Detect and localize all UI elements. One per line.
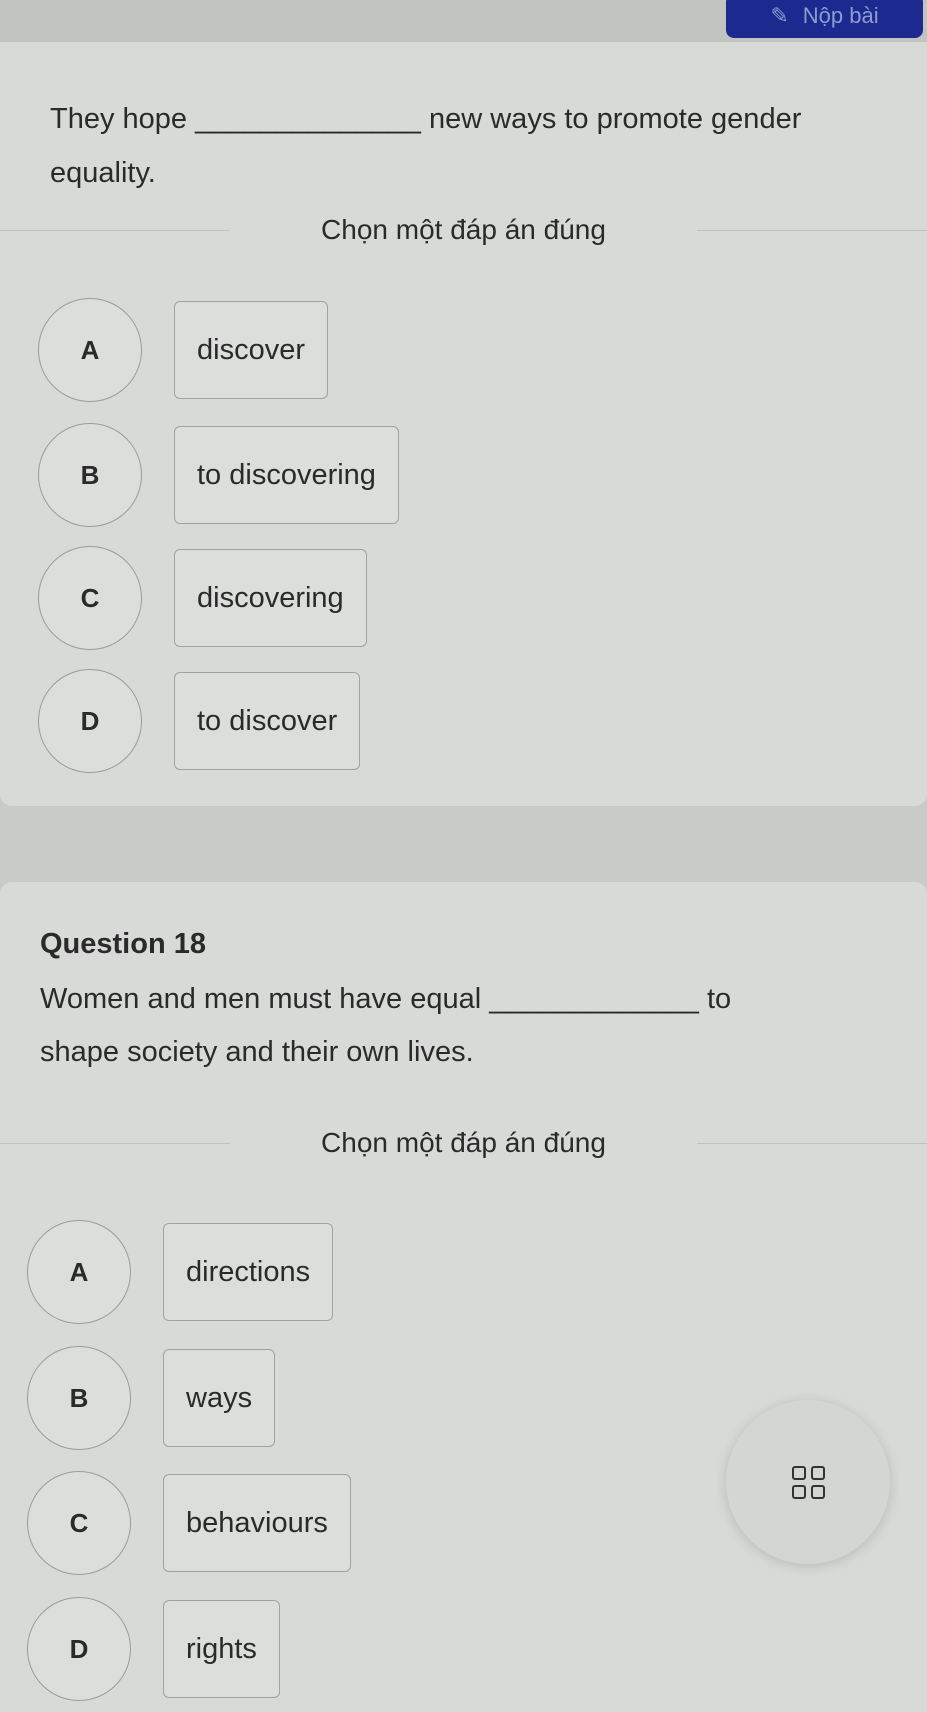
instruction: Chọn một đáp án đúng	[0, 1127, 927, 1159]
option-text: discovering	[174, 549, 367, 647]
option-text: directions	[163, 1223, 334, 1321]
option-letter: A	[27, 1220, 131, 1324]
option-letter: C	[38, 546, 142, 650]
question-text: They hope ______________ new ways to pro…	[50, 103, 802, 135]
question-grid-button[interactable]	[726, 1400, 890, 1564]
question-title: Question 18	[40, 928, 206, 960]
option-d[interactable]: Drights	[27, 1597, 280, 1701]
option-text: ways	[163, 1349, 276, 1447]
submit-label: Nộp bài	[802, 3, 879, 28]
option-letter: D	[38, 669, 142, 773]
option-text: discover	[174, 301, 328, 399]
question-text-line2: equality.	[50, 157, 156, 189]
option-c[interactable]: Cbehaviours	[27, 1471, 351, 1575]
question-17-card: They hope ______________ new ways to pro…	[0, 42, 927, 806]
option-text: behaviours	[163, 1474, 351, 1572]
option-a[interactable]: Adiscover	[38, 298, 328, 402]
option-letter: D	[27, 1597, 131, 1701]
option-d[interactable]: Dto discover	[38, 669, 361, 773]
question-text-line2: shape society and their own lives.	[40, 1036, 474, 1068]
question-18-card: Question 18 Women and men must have equa…	[0, 882, 927, 1712]
option-letter: C	[27, 1471, 131, 1575]
option-text: to discover	[174, 672, 361, 770]
option-b[interactable]: Bto discovering	[38, 423, 399, 527]
top-bar: ✎ Nộp bài	[0, 0, 927, 42]
option-b[interactable]: Bways	[27, 1346, 276, 1450]
option-letter: B	[27, 1346, 131, 1450]
instruction: Chọn một đáp án đúng	[0, 214, 927, 246]
submit-button[interactable]: ✎ Nộp bài	[726, 0, 923, 38]
option-a[interactable]: Adirections	[27, 1220, 334, 1324]
grid-icon	[791, 1465, 825, 1499]
option-c[interactable]: Cdiscovering	[38, 546, 367, 650]
edit-icon: ✎	[770, 3, 789, 28]
question-text: Women and men must have equal __________…	[40, 983, 732, 1015]
option-letter: B	[38, 423, 142, 527]
option-text: to discovering	[174, 426, 399, 524]
option-letter: A	[38, 298, 142, 402]
option-text: rights	[163, 1600, 280, 1698]
